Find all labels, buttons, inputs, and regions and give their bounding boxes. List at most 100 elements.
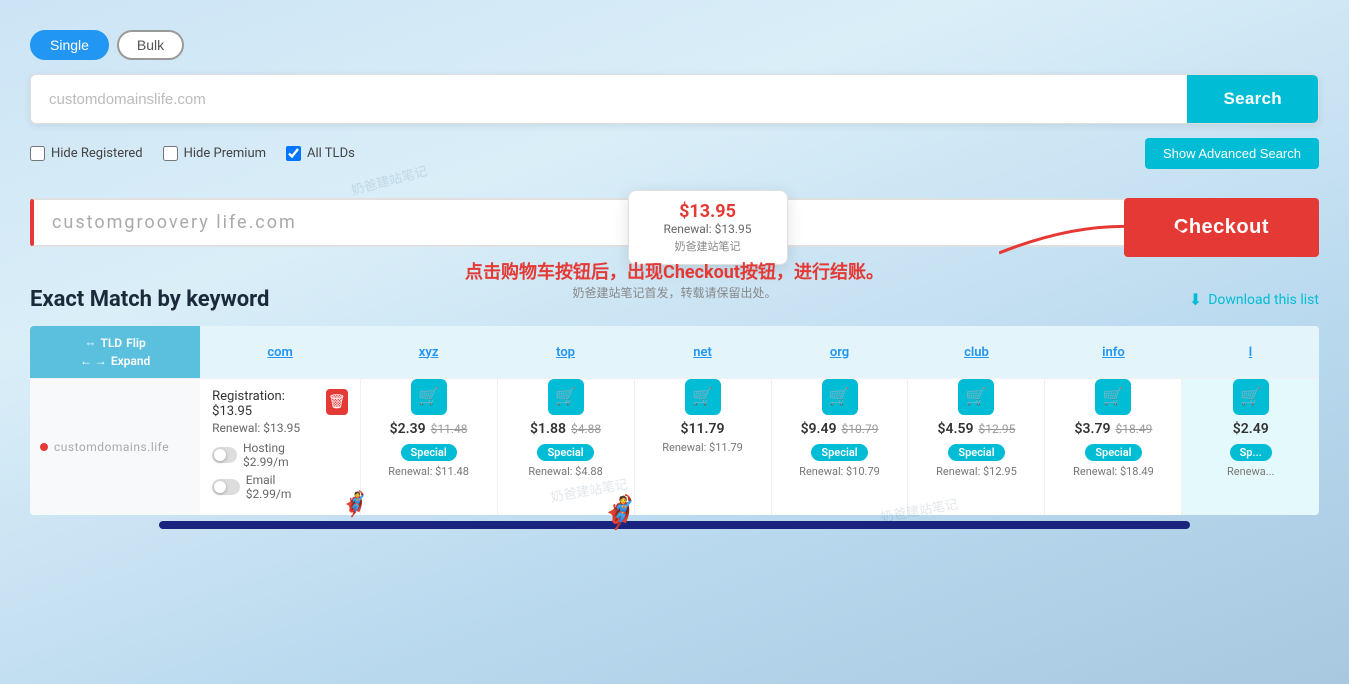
info-renewal: Renewal: $18.49 — [1045, 465, 1181, 478]
info-price-old: $18.49 — [1115, 422, 1152, 436]
all-tlds-checkbox[interactable] — [286, 146, 301, 161]
hosting-toggle[interactable] — [212, 447, 237, 463]
popup-watermark: 奶爸建站笔记 — [649, 238, 767, 254]
search-bar: Search — [30, 74, 1319, 124]
checkout-button[interactable]: Checkout — [1124, 198, 1319, 257]
annotation-block: 点击购物车按钮后，出现Checkout按钮，进行结账。 奶爸建站笔记首发，转载请… — [465, 258, 884, 301]
th-flip-expand: ⇔ TLD Flip ← → Expand — [30, 326, 200, 379]
info-cell: 🛒 $3.79 $18.49 Special Renewal: $18.49 — [1045, 379, 1182, 516]
bulk-toggle-button[interactable]: Bulk — [117, 30, 184, 60]
th-org[interactable]: org — [771, 326, 908, 379]
hide-premium-checkbox[interactable] — [163, 146, 178, 161]
net-price-new: $11.79 — [681, 421, 725, 437]
download-list-link[interactable]: ⬇ Download this list — [1189, 290, 1319, 309]
table-header-row: ⇔ TLD Flip ← → Expand com xyz top — [30, 326, 1319, 379]
th-club[interactable]: club — [908, 326, 1045, 379]
pricing-popup: $13.95 Renewal: $13.95 奶爸建站笔记 — [628, 190, 788, 265]
hide-registered-checkbox[interactable] — [30, 146, 45, 161]
top-price-row: $1.88 $4.88 — [498, 421, 634, 437]
red-dot-indicator — [40, 443, 48, 451]
hosting-text: Hosting $2.99/m — [243, 441, 318, 469]
page-wrapper: 奶爸建站笔记 奶爸建站笔记 奶爸建站笔记 Single Bulk Search … — [0, 0, 1349, 684]
th-l[interactable]: l — [1182, 326, 1319, 379]
all-tlds-label[interactable]: All TLDs — [286, 146, 355, 161]
net-price-row: $11.79 — [635, 421, 771, 437]
th-xyz[interactable]: xyz — [360, 326, 497, 379]
advanced-search-button[interactable]: Show Advanced Search — [1145, 138, 1319, 169]
club-price-old: $12.95 — [979, 422, 1016, 436]
top-cart-button[interactable]: 🛒 — [548, 379, 584, 415]
info-special-badge: Special — [1085, 444, 1141, 461]
info-cart-button[interactable]: 🛒 — [1095, 379, 1131, 415]
email-text: Email $2.99/m — [246, 473, 318, 501]
club-renewal: Renewal: $12.95 — [908, 465, 1044, 478]
top-price-old: $4.88 — [571, 422, 601, 436]
table-row: customdomains.life Registration: $13.95 … — [30, 379, 1319, 516]
hide-registered-label[interactable]: Hide Registered — [30, 146, 143, 161]
xyz-special-badge: Special — [401, 444, 457, 461]
th-l-text: l — [1249, 345, 1252, 360]
net-cart-button[interactable]: 🛒 — [685, 379, 721, 415]
tld-label: TLD — [100, 336, 122, 350]
hide-premium-label[interactable]: Hide Premium — [163, 146, 266, 161]
section-title: Exact Match by keyword — [30, 287, 269, 312]
com-pricing-cell: Registration: $13.95 Renewal: $13.95 Hos… — [200, 379, 360, 516]
info-price-row: $3.79 $18.49 — [1045, 421, 1181, 437]
l-price-new: $2.49 — [1233, 421, 1269, 437]
top-section: Single Bulk Search Hide Registered Hide … — [30, 20, 1319, 188]
club-special-badge: Special — [948, 444, 1004, 461]
search-input[interactable] — [31, 75, 1187, 123]
xyz-cart-button[interactable]: 🛒 — [411, 379, 447, 415]
mascot-icon-2: 🦸 — [340, 490, 370, 518]
org-renewal: Renewal: $10.79 — [772, 465, 908, 478]
org-price-old: $10.79 — [842, 422, 879, 436]
th-org-text: org — [830, 345, 849, 360]
top-price-new: $1.88 — [530, 421, 566, 437]
all-tlds-text: All TLDs — [307, 146, 355, 161]
org-cell: 🛒 $9.49 $10.79 Special Renewal: $10.79 — [771, 379, 908, 516]
top-special-badge: Special — [537, 444, 593, 461]
net-cell: 🛒 $11.79 Renewal: $11.79 — [634, 379, 771, 516]
th-info[interactable]: info — [1045, 326, 1182, 379]
net-renewal: Renewal: $11.79 — [635, 441, 771, 454]
flip-arrows-icon: ⇔ — [84, 336, 96, 350]
th-net-text: net — [693, 345, 712, 360]
th-info-text: info — [1102, 345, 1125, 360]
top-renewal: Renewal: $4.88 — [498, 465, 634, 478]
email-toggle[interactable] — [212, 479, 240, 495]
single-toggle-button[interactable]: Single — [30, 30, 109, 60]
l-cell: 🛒 $2.49 Sp... Renewa... — [1182, 379, 1319, 516]
mascot-icon: 🦸 — [600, 493, 640, 531]
club-price-new: $4.59 — [938, 421, 974, 437]
l-price-row: $2.49 — [1182, 421, 1319, 437]
com-registration-price: Registration: $13.95 — [212, 389, 318, 419]
org-price-new: $9.49 — [801, 421, 837, 437]
th-club-text: club — [964, 345, 989, 360]
scrollbar[interactable] — [159, 521, 1190, 529]
xyz-renewal: Renewal: $11.48 — [361, 465, 497, 478]
domain-cell-text: customdomains.life — [54, 440, 169, 454]
th-xyz-text: xyz — [419, 345, 439, 360]
l-cart-button[interactable]: 🛒 — [1233, 379, 1269, 415]
result-section: customgroovery life.com $13.95 Renewal: … — [30, 198, 1319, 257]
download-label: Download this list — [1208, 292, 1319, 308]
email-toggle-row: Email $2.99/m — [212, 473, 318, 501]
delete-button[interactable]: 🗑 — [326, 389, 348, 415]
domain-name-cell: customdomains.life — [30, 379, 200, 516]
club-price-row: $4.59 $12.95 — [908, 421, 1044, 437]
toggle-group: Single Bulk — [30, 30, 1319, 60]
th-net[interactable]: net — [634, 326, 771, 379]
th-top[interactable]: top — [497, 326, 634, 379]
expand-label: Expand — [111, 354, 151, 368]
annotation-sub-text: 奶爸建站笔记首发，转载请保留出处。 — [465, 284, 884, 301]
hide-registered-text: Hide Registered — [51, 146, 143, 161]
search-button[interactable]: Search — [1187, 75, 1318, 123]
flip-label: Flip — [126, 336, 146, 350]
th-com[interactable]: com — [200, 326, 360, 379]
xyz-price-row: $2.39 $11.48 — [361, 421, 497, 437]
info-price-new: $3.79 — [1075, 421, 1111, 437]
club-cart-button[interactable]: 🛒 — [958, 379, 994, 415]
th-top-text: top — [556, 345, 575, 360]
com-renewal-price: Renewal: $13.95 — [212, 421, 318, 435]
org-cart-button[interactable]: 🛒 — [822, 379, 858, 415]
